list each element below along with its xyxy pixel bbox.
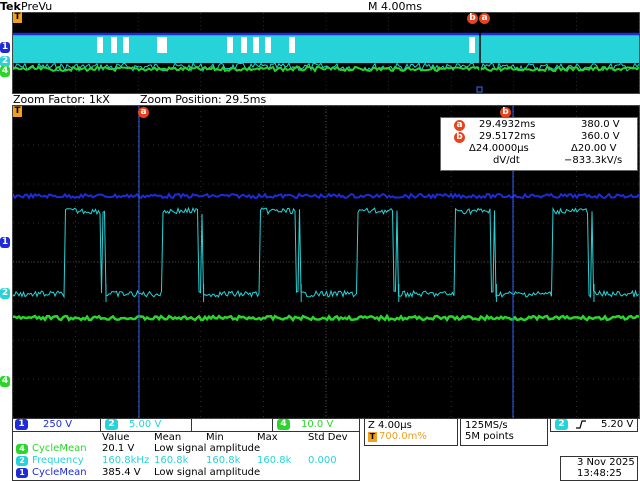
meas-row-1-value: 160.8kHz: [102, 455, 150, 466]
trigger-position-value: 700.0m%: [379, 431, 427, 442]
meas-row-0-name: CycleMean: [32, 443, 87, 454]
overview-burst: [111, 37, 117, 53]
meas-header-mean: Mean: [154, 432, 182, 443]
readout-slope-value: −833.3kV/s: [564, 155, 623, 166]
readout-cursor-b-badge: b: [454, 132, 465, 143]
meas-header-stddev: Std Dev: [308, 432, 348, 443]
zoom-scale-value: Z 4.00µs: [368, 420, 412, 431]
meas-row-2-badge: 1: [16, 468, 28, 478]
ch1-scale[interactable]: 1 250 V: [12, 418, 112, 432]
ch4-scale-value: 10.0 V: [301, 419, 334, 430]
meas-row-0-badge: 4: [16, 444, 28, 454]
overview-ch2-band: [13, 35, 639, 63]
zoom-trigger-marker[interactable]: T: [13, 106, 22, 117]
meas-row-0-value: 20.1 V: [102, 443, 135, 454]
date-value: 3 Nov 2025: [577, 457, 635, 468]
meas-header-value: Value: [102, 432, 130, 443]
overview-ch4-marker[interactable]: 4: [0, 66, 10, 77]
meas-row-1-mean: 160.8k: [154, 455, 189, 466]
readout-a-value: 380.0 V: [581, 119, 620, 130]
readout-cursor-a-badge: a: [454, 120, 465, 131]
zoom-cursor-a-badge[interactable]: a: [138, 107, 149, 118]
cursor-readout-box: a 29.4932ms 380.0 V b 29.5172ms 360.0 V …: [440, 117, 638, 171]
meas-row-1-badge: 2: [16, 456, 28, 466]
ch1-trace: [13, 192, 639, 200]
overview-cursor-a-badge[interactable]: a: [479, 13, 490, 24]
trigger-panel[interactable]: 2 5.20 V: [550, 418, 638, 432]
meas-header-max: Max: [257, 432, 278, 443]
ch1-scale-badge: 1: [15, 419, 28, 430]
overview-burst: [289, 37, 295, 53]
overview-burst: [227, 37, 233, 53]
overview-plot: [13, 13, 639, 93]
zoom-ch2-marker[interactable]: 2: [0, 288, 10, 299]
trigger-source-badge: 2: [555, 419, 568, 430]
meas-header-min: Min: [206, 432, 224, 443]
zoom-ch1-marker[interactable]: 1: [0, 237, 10, 248]
meas-row-2-name: CycleMean: [32, 467, 87, 478]
meas-row-1-min: 160.8k: [206, 455, 241, 466]
measurements-panel[interactable]: Value Mean Min Max Std Dev 4 CycleMean 2…: [12, 431, 360, 481]
readout-b-time: 29.5172ms: [479, 131, 536, 142]
readout-delta-value: Δ20.00 V: [571, 143, 617, 154]
readout-b-value: 360.0 V: [581, 131, 620, 142]
overview-ch4-trace: [13, 65, 639, 73]
readout-slope-label: dV/dt: [493, 155, 520, 166]
meas-row-1-max: 160.8k: [257, 455, 292, 466]
overview-burst: [265, 37, 271, 53]
ch4-scale[interactable]: 4 10.0 V: [272, 418, 360, 432]
zoom-ch4-marker[interactable]: 4: [0, 376, 10, 387]
horizontal-panel[interactable]: Z 4.00µs T 700.0m%: [364, 418, 458, 446]
overview-waveform[interactable]: [12, 12, 640, 94]
meas-row-2-value: 385.4 V: [102, 467, 141, 478]
overview-ch1-marker[interactable]: 1: [0, 42, 10, 53]
overview-trigger-marker[interactable]: T: [13, 12, 22, 23]
overview-burst: [241, 37, 247, 53]
overview-burst: [469, 37, 475, 53]
readout-a-time: 29.4932ms: [479, 119, 536, 130]
ch2-scale-value: 5.00 V: [129, 419, 162, 430]
acquisition-panel[interactable]: 125MS/s 5M points: [460, 418, 548, 446]
record-length: 5M points: [465, 431, 514, 442]
overview-cursor-b-badge[interactable]: b: [467, 13, 478, 24]
meas-row-1-stddev: 0.000: [308, 455, 337, 466]
meas-row-2-mean: Low signal amplitude: [154, 467, 261, 478]
ch4-scale-badge: 4: [277, 419, 290, 430]
readout-delta-time: Δ24.0000µs: [469, 143, 529, 154]
ch2-scale-badge: 2: [105, 419, 118, 430]
datetime-panel: 3 Nov 2025 13:48:25: [560, 456, 638, 481]
sample-rate: 125MS/s: [465, 420, 508, 431]
ch2-scale[interactable]: 2 5.00 V: [100, 418, 192, 432]
trigger-position-icon: T: [368, 432, 377, 442]
overview-burst: [253, 37, 259, 53]
overview-burst: [123, 37, 129, 53]
ch1-scale-value: 250 V: [43, 419, 73, 430]
meas-row-1-name: Frequency: [32, 455, 84, 466]
time-value: 13:48:25: [577, 468, 622, 479]
overview-burst: [97, 37, 103, 53]
rising-edge-icon: [575, 419, 587, 433]
overview-burst: [157, 37, 167, 53]
trigger-level-value: 5.20 V: [601, 419, 634, 430]
meas-row-0-mean: Low signal amplitude: [154, 443, 261, 454]
